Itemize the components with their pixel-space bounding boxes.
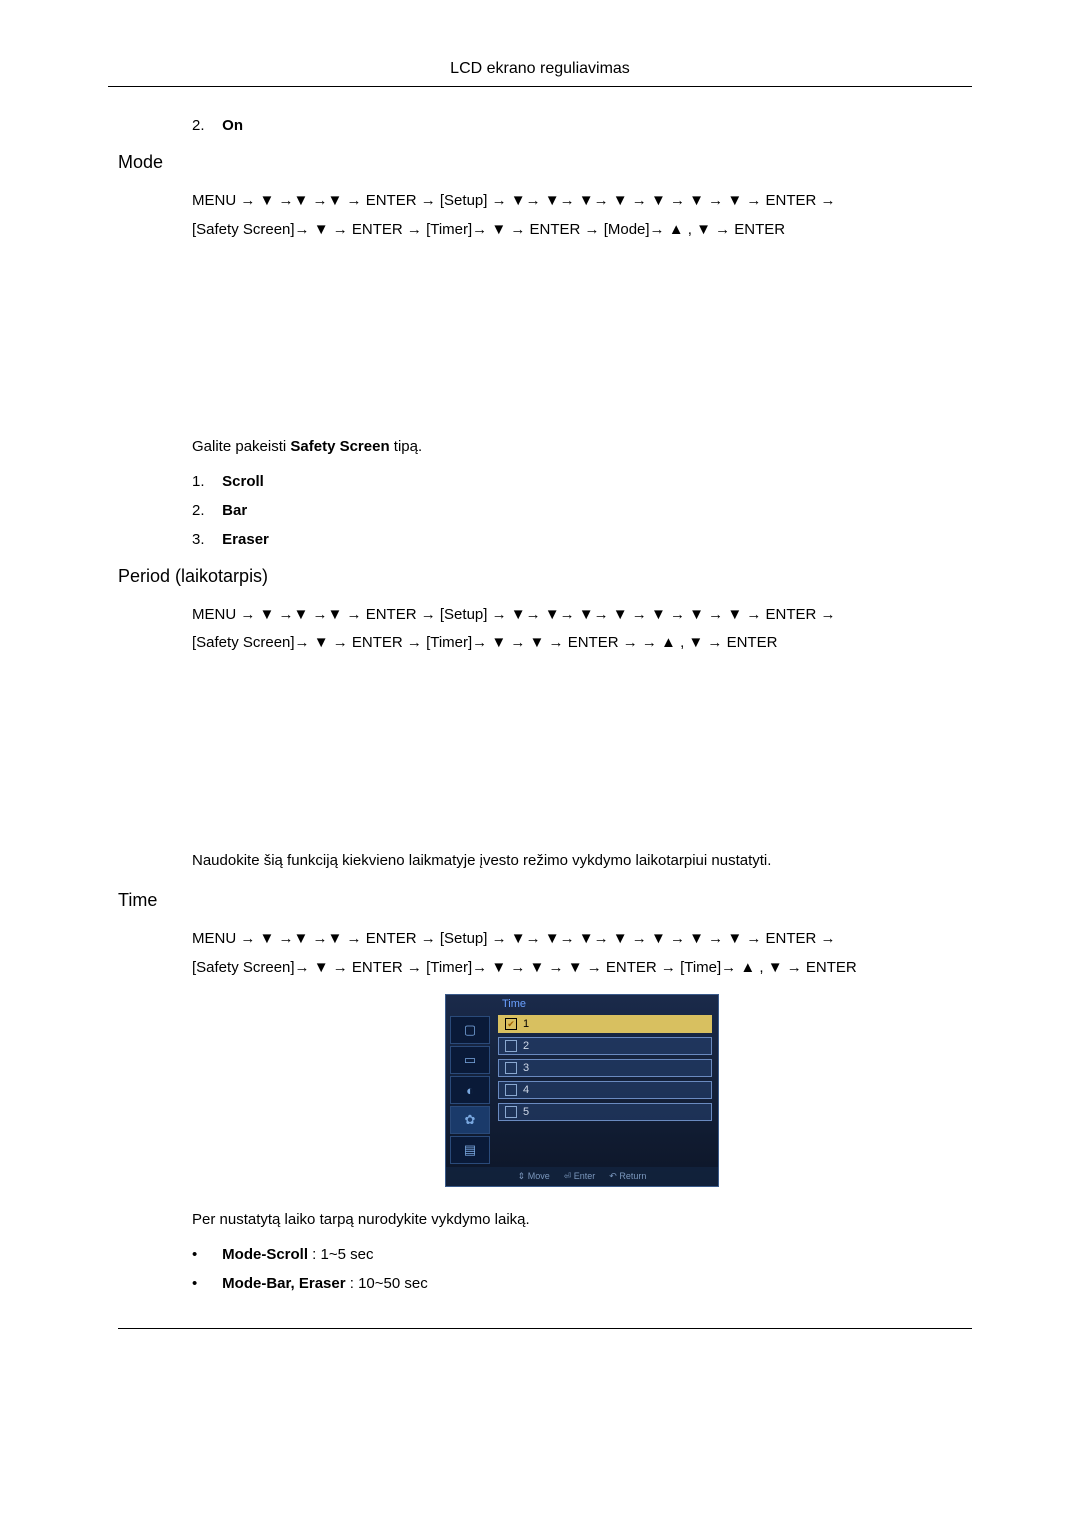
hint-move: ⇕ Move <box>518 1171 550 1182</box>
nav-line: [Safety Screen]→ ▼ → ENTER → [Timer]→ ▼ … <box>192 221 785 238</box>
checkbox-icon <box>505 1084 517 1096</box>
osd-option-label: 5 <box>523 1104 529 1120</box>
item-label: Eraser <box>222 531 269 548</box>
osd-tab-icon: ▭ <box>450 1046 490 1074</box>
bullet-bold: Mode-Bar, Eraser <box>222 1275 345 1292</box>
nav-line: MENU → ▼ →▼ →▼ → ENTER → [Setup] → ▼→ ▼→… <box>192 192 836 209</box>
bullet-bold: Mode-Scroll <box>222 1246 308 1263</box>
item-number: 2. <box>192 117 218 134</box>
osd-menu: Time ▢ ▭ ◐ ✿ ▤ ✔ 1 <box>445 994 719 1187</box>
header-title: LCD ekrano reguliavimas <box>450 60 630 77</box>
text-bold: Safety Screen <box>290 438 389 455</box>
bullet-rest: : 1~5 sec <box>308 1246 373 1263</box>
item-label: Bar <box>222 502 247 519</box>
page-header: LCD ekrano reguliavimas <box>108 60 972 87</box>
bullet-item: • Mode-Bar, Eraser : 10~50 sec <box>192 1275 972 1292</box>
bullet-icon: • <box>192 1246 218 1263</box>
hint-return: ↶ Return <box>609 1171 646 1182</box>
list-item: 2. Bar <box>192 502 972 519</box>
item-label: Scroll <box>222 473 264 490</box>
osd-list: ✔ 1 2 3 4 <box>494 1013 718 1167</box>
bullet-rest: : 10~50 sec <box>346 1275 428 1292</box>
item-label: On <box>222 117 243 134</box>
bullet-icon: • <box>192 1275 218 1292</box>
nav-line: MENU → ▼ →▼ →▼ → ENTER → [Setup] → ▼→ ▼→… <box>192 930 836 947</box>
checkbox-icon <box>505 1106 517 1118</box>
check-icon: ✔ <box>505 1018 517 1030</box>
item-number: 2. <box>192 502 218 519</box>
osd-tab-icon: ◐ <box>450 1076 490 1104</box>
text: tipą. <box>390 438 423 455</box>
list-item: 1. Scroll <box>192 473 972 490</box>
list-item: 3. Eraser <box>192 531 972 548</box>
nav-path-mode: MENU → ▼ →▼ →▼ → ENTER → [Setup] → ▼→ ▼→… <box>192 187 972 244</box>
hint-enter: ⏎ Enter <box>564 1171 596 1182</box>
osd-option-selected: ✔ 1 <box>498 1015 712 1033</box>
nav-path-period: MENU → ▼ →▼ →▼ → ENTER → [Setup] → ▼→ ▼→… <box>192 601 972 658</box>
osd-tab-icon-active: ✿ <box>450 1106 490 1134</box>
osd-option-label: 3 <box>523 1060 529 1076</box>
body-text: Per nustatytą laiko tarpą nurodykite vyk… <box>192 1209 972 1232</box>
osd-sidebar: ▢ ▭ ◐ ✿ ▤ <box>446 1013 494 1167</box>
list-item: 2. On <box>192 117 972 134</box>
osd-option: 2 <box>498 1037 712 1055</box>
osd-option-label: 2 <box>523 1038 529 1054</box>
body-text: Naudokite šią funkciją kiekvieno laikmat… <box>192 850 972 873</box>
figure-placeholder <box>192 254 972 414</box>
osd-hints: ⇕ Move ⏎ Enter ↶ Return <box>446 1167 718 1186</box>
figure-placeholder <box>192 668 972 828</box>
item-number: 1. <box>192 473 218 490</box>
checkbox-icon <box>505 1062 517 1074</box>
osd-option: 5 <box>498 1103 712 1121</box>
bullet-item: • Mode-Scroll : 1~5 sec <box>192 1246 972 1263</box>
osd-title: Time <box>446 995 718 1013</box>
nav-path-time: MENU → ▼ →▼ →▼ → ENTER → [Setup] → ▼→ ▼→… <box>192 925 972 982</box>
item-number: 3. <box>192 531 218 548</box>
osd-option-label: 4 <box>523 1082 529 1098</box>
checkbox-icon <box>505 1040 517 1052</box>
osd-tab-icon: ▢ <box>450 1016 490 1044</box>
osd-option: 3 <box>498 1059 712 1077</box>
section-heading-mode: Mode <box>118 152 972 173</box>
footer-rule <box>118 1328 972 1329</box>
osd-option: 4 <box>498 1081 712 1099</box>
nav-line: [Safety Screen]→ ▼ → ENTER → [Timer]→ ▼ … <box>192 634 777 651</box>
osd-tab-icon: ▤ <box>450 1136 490 1164</box>
body-text: Galite pakeisti Safety Screen tipą. <box>192 436 972 459</box>
section-heading-period: Period (laikotarpis) <box>118 566 972 587</box>
nav-line: MENU → ▼ →▼ →▼ → ENTER → [Setup] → ▼→ ▼→… <box>192 606 836 623</box>
osd-option-label: 1 <box>523 1016 529 1032</box>
section-heading-time: Time <box>118 890 972 911</box>
text: Galite pakeisti <box>192 438 290 455</box>
nav-line: [Safety Screen]→ ▼ → ENTER → [Timer]→ ▼ … <box>192 959 857 976</box>
